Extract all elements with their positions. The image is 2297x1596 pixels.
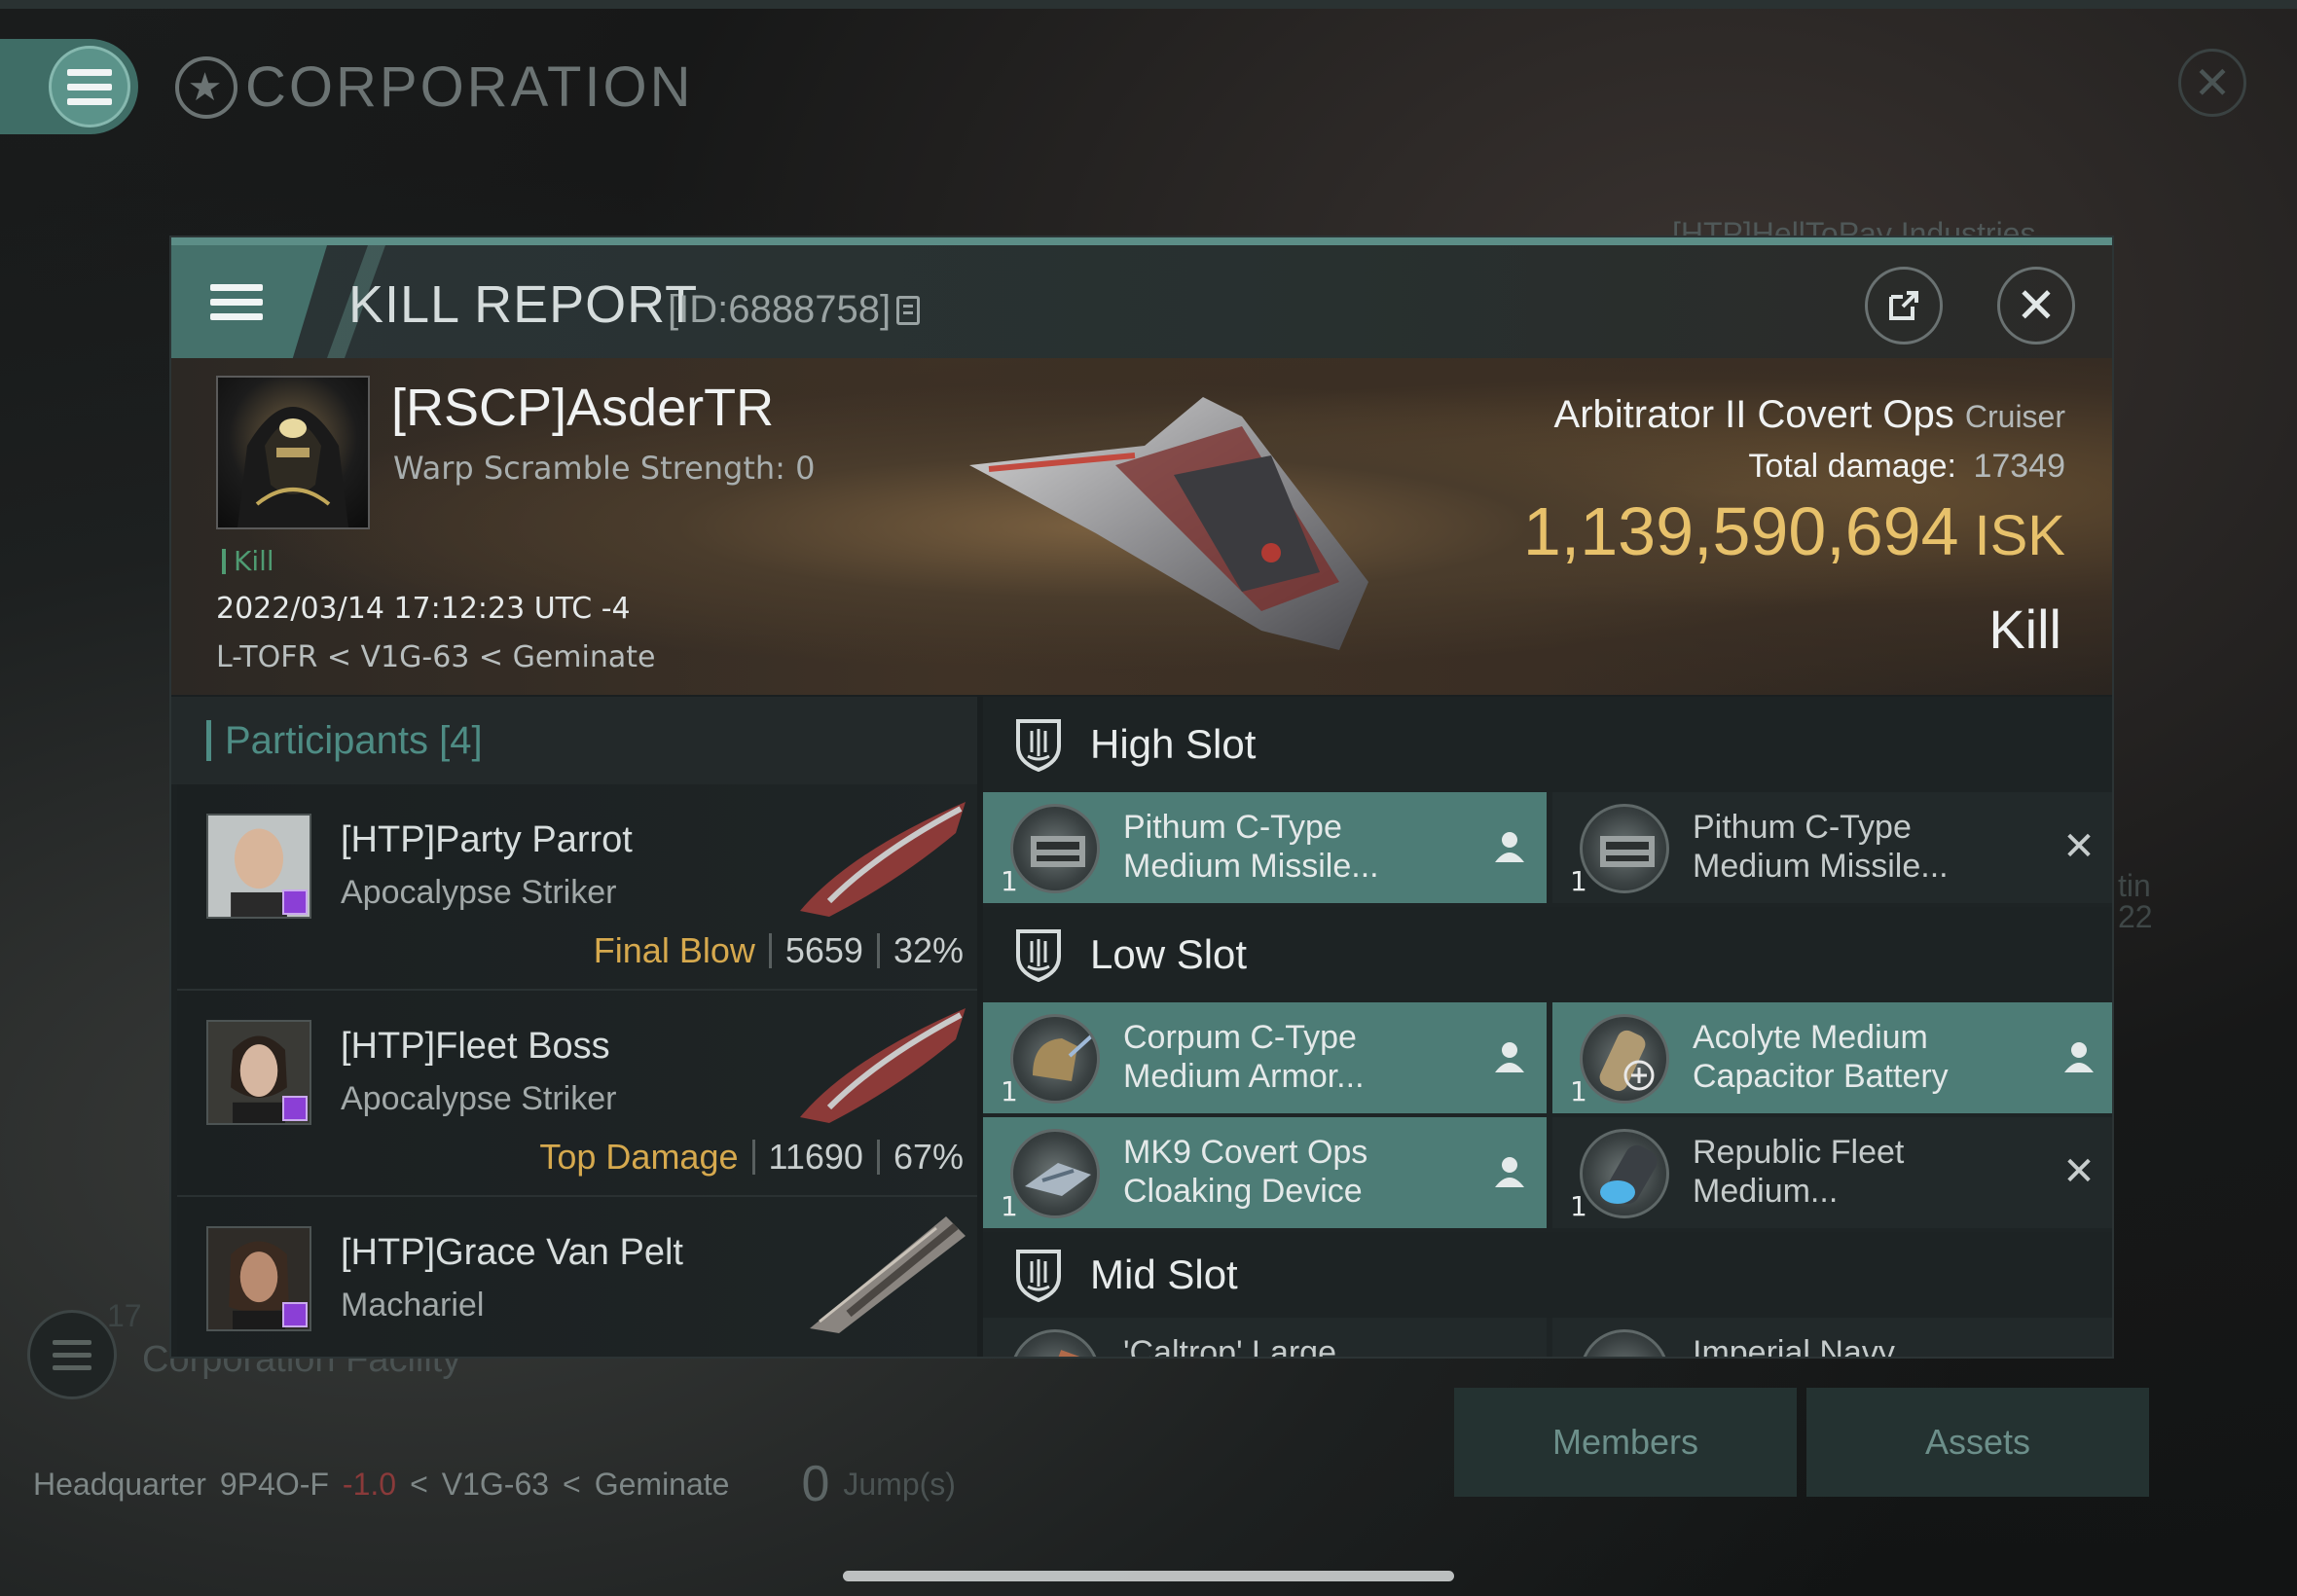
warp-scramble-strength: Warp Scramble Strength: 0 [393,450,816,487]
fittings-panel: High Slot 1 Pithum C-Type Medium Missile.… [983,697,2112,1357]
module-item[interactable]: 1 Pithum C-Type Medium Missile... [983,792,1547,903]
shield-icon [1016,929,1061,982]
headquarter-location: Headquarter 9P4O-F -1.0 < V1G-63 < Gemin… [33,1456,956,1512]
victim-portrait[interactable] [216,376,370,529]
participant-ship-image [800,1008,966,1123]
shield-icon [1016,1250,1061,1302]
close-icon: ✕ [2193,56,2232,109]
alpha-clone-badge [282,1302,308,1327]
kill-report-menu-button[interactable] [171,245,327,358]
participant-row[interactable]: [HTP]Party Parrot Apocalypse Striker Fin… [177,784,977,991]
kill-id[interactable]: [ID:6888758] [668,288,921,332]
module-item[interactable]: 1 MK9 Covert Ops Cloaking Device [983,1117,1547,1228]
copy-icon[interactable] [896,295,921,325]
kill-report-modal: KILL REPORT [ID:6888758] ✕ [RSCP]AsderTR… [169,236,2114,1359]
participant-stats: Top Damage 11690 67% [539,1137,964,1177]
participant-ship-image [810,1216,966,1333]
participant-portrait[interactable] [206,1226,311,1331]
victim-name[interactable]: [RSCP]AsderTR [391,378,774,438]
victim-ship-image[interactable] [950,387,1495,670]
side-ghost-num: 22 [2118,899,2153,934]
cloaking-device-icon [1010,1129,1100,1218]
star-icon: ★ [175,55,237,119]
background-close-button[interactable]: ✕ [2178,49,2246,117]
isk-value: 1,139,590,694 ISK [1522,493,2065,569]
status-strip [0,0,2297,9]
launcher-icon [1010,1329,1100,1357]
shield-icon [1016,719,1061,772]
participants-panel: Participants [4] [HTP]Party Parrot Apoca… [171,697,977,1357]
close-button[interactable]: ✕ [1997,267,2075,345]
mid-slot-row: 'Caltrop' Large ✕ Imperial Navy ✕ [983,1318,2112,1357]
participant-row[interactable]: [HTP]Grace Van Pelt Machariel [177,1197,977,1357]
share-button[interactable] [1865,267,1943,345]
participants-header[interactable]: Participants [4] [171,697,977,784]
missile-launcher-icon [1010,804,1100,893]
alpha-clone-badge [282,889,308,915]
assets-button[interactable]: Assets [1806,1388,2149,1497]
armor-repairer-icon [1010,1014,1100,1104]
module-item[interactable]: 1 Republic Fleet Medium... ✕ [1552,1117,2112,1228]
victim-ship-type[interactable]: Arbitrator II Covert Ops Cruiser [1554,393,2065,437]
facility-menu-button[interactable] [27,1310,117,1399]
low-slot-row: 1 Corpum C-Type Medium Armor... 1 Acolyte… [983,1002,2112,1115]
high-slot-header: High Slot [983,697,2112,792]
kill-timestamp: 2022/03/14 17:12:23 UTC -4 [216,592,631,626]
hamburger-icon [53,1339,91,1370]
module-item[interactable]: Imperial Navy ✕ [1552,1318,2112,1357]
dropped-person-icon [1492,1039,1527,1074]
background-menu-button[interactable] [49,46,130,127]
participant-row[interactable]: [HTP]Fleet Boss Apocalypse Striker Top D… [177,991,977,1197]
kill-tag: Kill [222,545,274,577]
kill-location[interactable]: L-TOFR < V1G-63 < Geminate [216,640,655,674]
dropped-person-icon [2061,1039,2096,1074]
members-button[interactable]: Members [1454,1388,1797,1497]
victim-helmet-image [237,407,348,527]
external-link-icon [1889,291,1918,320]
modal-header: KILL REPORT [ID:6888758] ✕ [171,245,2112,358]
total-damage: Total damage: 17349 [1748,448,2065,485]
low-slot-header: Low Slot [983,907,2112,1002]
high-slot-row: 1 Pithum C-Type Medium Missile... 1 Pithu… [983,792,2112,905]
module-item[interactable]: 1 Corpum C-Type Medium Armor... [983,1002,1547,1113]
missile-launcher-icon [1580,804,1669,893]
modal-accent-bar [171,237,2112,245]
module-item[interactable]: 1 Pithum C-Type Medium Missile... ✕ [1552,792,2112,903]
ammo-charge-icon [1580,1129,1669,1218]
mid-slot-header: Mid Slot [983,1232,2112,1318]
dropped-person-icon [1492,829,1527,864]
alpha-clone-badge [282,1096,308,1121]
hamburger-icon [210,283,263,320]
participant-ship-image [800,802,966,917]
destroyed-x-icon: ✕ [2062,1149,2096,1194]
participant-stats: Final Blow 5659 32% [593,930,964,970]
kill-result: Kill [1988,598,2061,660]
modal-title: KILL REPORT [348,275,699,334]
dropped-person-icon [1492,1154,1527,1189]
module-item[interactable]: 'Caltrop' Large ✕ [983,1318,1547,1357]
close-icon: ✕ [2016,277,2057,334]
scrambler-icon [1580,1329,1669,1357]
participant-portrait[interactable] [206,1020,311,1125]
facility-count: 17 [107,1298,142,1333]
destroyed-x-icon: ✕ [2062,824,2096,869]
low-slot-row: 1 MK9 Covert Ops Cloaking Device 1 Republ… [983,1117,2112,1230]
capacitor-battery-icon [1580,1014,1669,1104]
participant-portrait[interactable] [206,814,311,919]
home-indicator[interactable] [843,1571,1454,1581]
corporation-screen-title: ★ CORPORATION [175,54,694,120]
hamburger-icon [67,68,112,105]
module-item[interactable]: 1 Acolyte Medium Capacitor Battery [1552,1002,2112,1113]
victim-summary: [RSCP]AsderTR Warp Scramble Strength: 0 … [171,358,2112,695]
